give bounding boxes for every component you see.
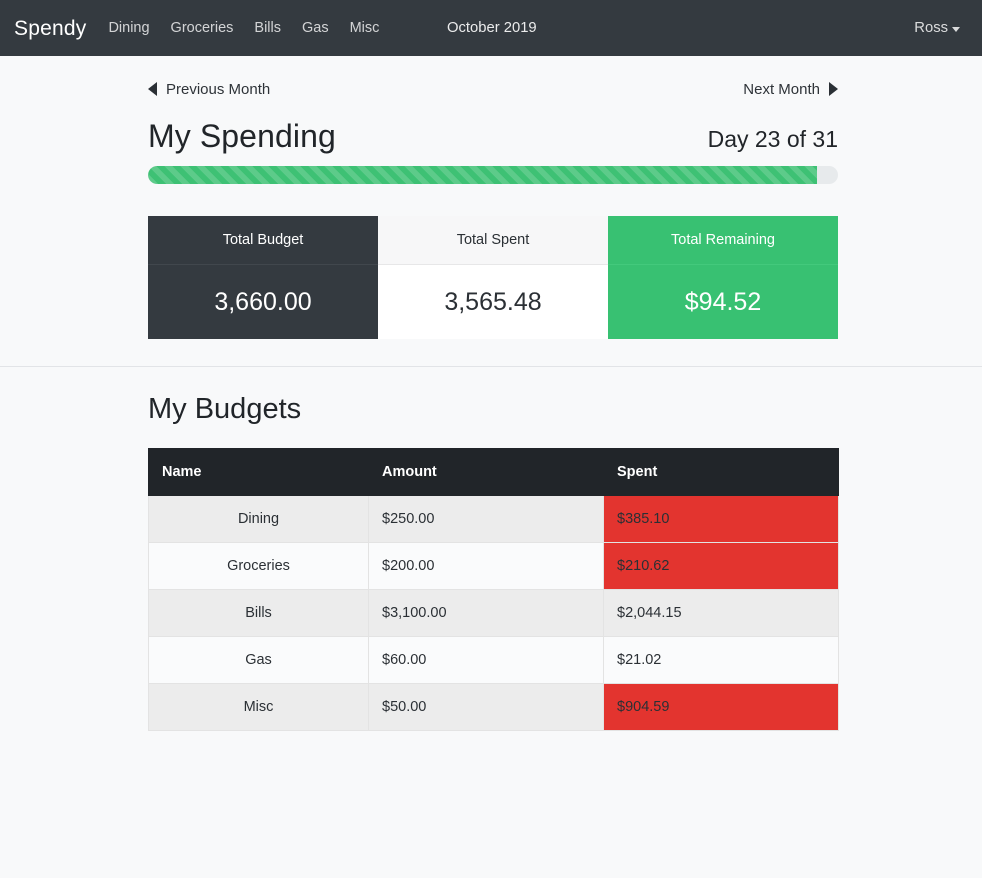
cell-spent-over-budget: $210.62 [603, 542, 839, 590]
month-progress-bar [148, 166, 838, 184]
table-row[interactable]: Dining $250.00 $385.10 [148, 495, 839, 543]
total-spent-label: Total Spent [378, 216, 608, 265]
total-spent-card: Total Spent 3,565.48 [378, 216, 608, 339]
previous-month-label: Previous Month [166, 80, 271, 98]
cell-name: Dining [148, 495, 369, 543]
table-row[interactable]: Bills $3,100.00 $2,044.15 [148, 589, 839, 637]
total-spent-value: 3,565.48 [378, 265, 608, 339]
cell-amount: $3,100.00 [368, 589, 604, 637]
budgets-title: My Budgets [148, 393, 302, 425]
chevron-down-icon [952, 26, 960, 32]
user-menu-label: Ross [914, 20, 948, 36]
cell-name: Gas [148, 636, 369, 684]
cell-spent: $21.02 [603, 636, 839, 684]
month-progress-fill [148, 166, 818, 184]
budgets-table-head: Name Amount Spent [148, 448, 839, 496]
cell-amount: $200.00 [368, 542, 604, 590]
total-budget-value: 3,660.00 [148, 265, 378, 339]
month-navigation: Previous Month Next Month [148, 74, 838, 104]
day-counter: Day 23 of 31 [707, 126, 838, 152]
nav-links: Dining Groceries Bills Gas Misc [108, 19, 379, 37]
nav-link-dining[interactable]: Dining [108, 20, 149, 36]
budgets-section: My Budgets Name Amount Spent Dining $250.… [0, 367, 982, 731]
cell-amount: $50.00 [368, 683, 604, 731]
column-header-name[interactable]: Name [148, 448, 369, 496]
cell-amount: $60.00 [368, 636, 604, 684]
spending-section: Previous Month Next Month My Spending Da… [0, 56, 982, 339]
total-remaining-card: Total Remaining $94.52 [608, 216, 838, 339]
cell-name: Misc [148, 683, 369, 731]
cell-name: Groceries [148, 542, 369, 590]
budgets-table: Name Amount Spent Dining $250.00 $385.10 Gr… [148, 448, 839, 731]
table-row[interactable]: Groceries $200.00 $210.62 [148, 542, 839, 590]
column-header-amount[interactable]: Amount [368, 448, 604, 496]
top-navbar: Spendy Dining Groceries Bills Gas Misc O… [0, 0, 982, 56]
nav-item-groceries[interactable]: Groceries [171, 19, 234, 37]
triangle-right-icon [829, 82, 838, 96]
spending-heading-row: My Spending Day 23 of 31 [148, 118, 838, 155]
next-month-label: Next Month [743, 80, 820, 98]
triangle-left-icon [148, 82, 157, 96]
nav-link-misc[interactable]: Misc [350, 20, 380, 36]
navbar-current-month: October 2019 [447, 20, 537, 36]
table-header-row: Name Amount Spent [148, 448, 839, 496]
nav-link-groceries[interactable]: Groceries [171, 20, 234, 36]
cell-spent-over-budget: $904.59 [603, 683, 839, 731]
total-remaining-value: $94.52 [608, 265, 838, 339]
nav-item-misc[interactable]: Misc [350, 19, 380, 37]
next-month-button[interactable]: Next Month [743, 82, 838, 97]
previous-month-button[interactable]: Previous Month [148, 82, 270, 97]
nav-item-dining[interactable]: Dining [108, 19, 149, 37]
nav-item-bills[interactable]: Bills [254, 19, 281, 37]
cell-spent-over-budget: $385.10 [603, 495, 839, 543]
cell-spent: $2,044.15 [603, 589, 839, 637]
cell-name: Bills [148, 589, 369, 637]
table-row[interactable]: Misc $50.00 $904.59 [148, 683, 839, 731]
total-budget-card: Total Budget 3,660.00 [148, 216, 378, 339]
cell-amount: $250.00 [368, 495, 604, 543]
brand-logo[interactable]: Spendy [14, 18, 86, 39]
total-remaining-label: Total Remaining [608, 216, 838, 265]
column-header-spent[interactable]: Spent [603, 448, 839, 496]
table-row[interactable]: Gas $60.00 $21.02 [148, 636, 839, 684]
nav-link-bills[interactable]: Bills [254, 20, 281, 36]
budgets-table-body: Dining $250.00 $385.10 Groceries $200.00 $210… [148, 495, 839, 731]
user-menu[interactable]: Ross [914, 20, 968, 36]
page-title: My Spending [148, 118, 336, 154]
summary-cards: Total Budget 3,660.00 Total Spent 3,565.… [148, 216, 838, 339]
nav-item-gas[interactable]: Gas [302, 19, 329, 37]
nav-link-gas[interactable]: Gas [302, 20, 329, 36]
total-budget-label: Total Budget [148, 216, 378, 265]
